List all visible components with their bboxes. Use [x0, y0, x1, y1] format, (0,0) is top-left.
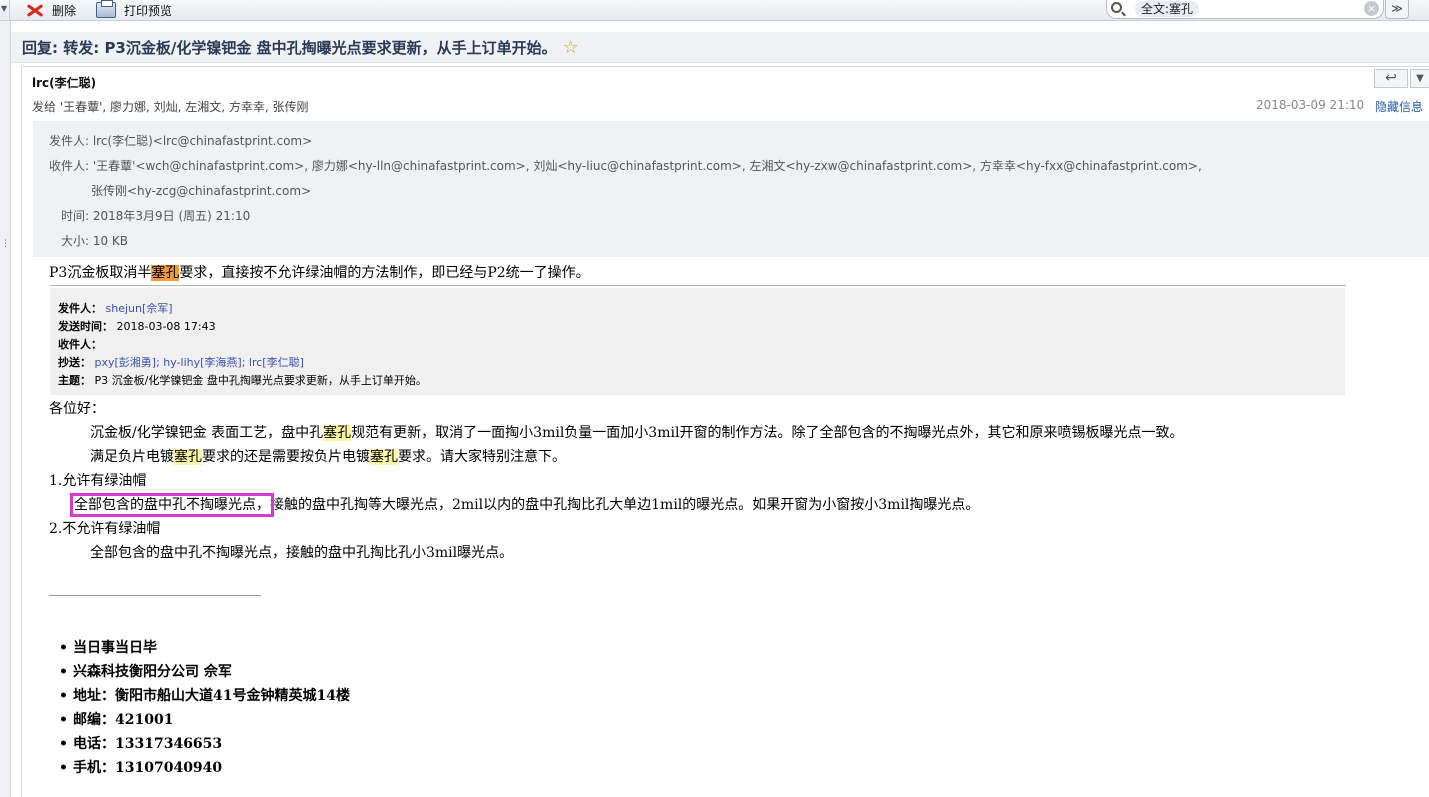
- signature-line: 兴森科技衡阳分公司 佘军: [59, 662, 350, 686]
- print-preview-button[interactable]: 打印预览: [96, 0, 172, 20]
- reply-options-button[interactable]: ▼: [1410, 69, 1429, 88]
- header-to-row-2: 张传刚<hy-zcg@chinafastprint.com>: [91, 182, 311, 199]
- header-time-value: 2018年3月9日 (周五) 21:10: [92, 209, 251, 223]
- intro-text-rest: 要求，直接按不允许绿油帽的方法制作，即已经与P2统一了操作。: [179, 265, 590, 281]
- chevron-down-icon: ▼: [1416, 73, 1424, 84]
- quote-subject-row: 主题： P3 沉金板/化学镍钯金 盘中孔掏曝光点要求更新，从手上订单开始。: [58, 372, 427, 388]
- quoted-header: 发件人： shejun[佘军] 发送时间： 2018-03-08 17:43 收…: [50, 288, 1345, 395]
- search-highlight: 塞孔: [323, 425, 352, 441]
- hide-info-link[interactable]: 隐藏信息: [1375, 98, 1423, 115]
- delete-icon: [26, 3, 44, 17]
- header-from-value[interactable]: lrc(李仁聪)<lrc@chinafastprint.com>: [93, 134, 312, 148]
- reply-button[interactable]: ↩: [1374, 69, 1408, 88]
- annotation-box: 全部包含的盘中孔不掏曝光点，: [70, 493, 274, 517]
- header-size-label: 大小:: [60, 234, 89, 248]
- signature-list: 当日事当日毕 兴森科技衡阳分公司 佘军 地址：衡阳市船山大道41号金钟精英城14…: [59, 638, 350, 782]
- quote-subject-value: P3 沉金板/化学镍钯金 盘中孔掏曝光点要求更新，从手上订单开始。: [94, 374, 427, 387]
- send-to-line: 发给 '王春蕈', 廖力娜, 刘灿, 左湘文, 方幸幸, 张传刚: [32, 100, 309, 114]
- subject-text: 回复: 转发: P3沉金板/化学镍钯金 盘中孔掏曝光点要求更新，从手上订单开始。: [22, 39, 557, 57]
- greeting: 各位好：: [49, 401, 105, 417]
- header-to-row: 收件人: '王春蕈'<wch@chinafastprint.com>, 廖力娜<…: [33, 157, 1202, 174]
- header-to-value-2[interactable]: 张传刚<hy-zcg@chinafastprint.com>: [91, 184, 311, 198]
- item-2-title: 2.不允许有绿油帽: [49, 521, 161, 537]
- quote-subject-label: 主题：: [58, 374, 91, 387]
- search-options-button[interactable]: ≫: [1385, 0, 1409, 19]
- toolbar: ▼ 删除 打印预览 全文:塞孔 × ≫: [0, 0, 1429, 21]
- signature-line: 地址：衡阳市船山大道41号金钟精英城14楼: [59, 686, 350, 710]
- quote-to-label: 收件人：: [58, 338, 102, 351]
- header-size-row: 大小: 10 KB: [33, 232, 128, 249]
- quote-cc-label: 抄送：: [58, 356, 91, 369]
- intro-text: P3沉金板取消半: [49, 265, 152, 281]
- quote-to-row: 收件人：: [58, 336, 102, 352]
- search-highlight: 塞孔: [174, 449, 202, 465]
- quote-sent-label: 发送时间：: [58, 320, 113, 333]
- search-tag[interactable]: 全文:塞孔: [1135, 1, 1200, 17]
- header-from-label: 发件人:: [48, 134, 89, 148]
- clear-search-icon[interactable]: ×: [1364, 1, 1379, 16]
- sender-name[interactable]: lrc(李仁聪): [32, 74, 96, 91]
- header-to-label: 收件人:: [48, 159, 89, 173]
- item-2-text: 全部包含的盘中孔不掏曝光点，接触的盘中孔掏比孔小3mil曝光点。: [90, 545, 514, 561]
- subject-bar: 回复: 转发: P3沉金板/化学镍钯金 盘中孔掏曝光点要求更新，从手上订单开始。…: [11, 32, 1429, 63]
- reply-icon: ↩: [1385, 70, 1397, 86]
- header-time-row: 时间: 2018年3月9日 (周五) 21:10: [33, 207, 250, 224]
- quote-sent-value: 2018-03-08 17:43: [116, 320, 216, 333]
- quote-cc-links[interactable]: pxy[彭湘勇]; hy-lihy[李海燕]; lrc[李仁聪]: [95, 356, 304, 369]
- delete-label: 删除: [52, 3, 77, 18]
- header-from-row: 发件人: lrc(李仁聪)<lrc@chinafastprint.com>: [33, 132, 312, 149]
- para2-text: 满足负片电镀: [90, 449, 174, 465]
- para1-text-rest: 规范有更新，取消了一面掏小3mil负量一面加小3mil开窗的制作方法。除了全部包…: [351, 425, 1184, 441]
- printer-icon: [96, 0, 116, 18]
- intro-line: P3沉金板取消半塞孔要求，直接按不允许绿油帽的方法制作，即已经与P2统一了操作。: [49, 262, 590, 282]
- paragraph-2: 满足负片电镀塞孔要求的还是需要按负片电镀塞孔要求。请大家特别注意下。: [90, 446, 566, 466]
- quote-divider: [50, 285, 1346, 286]
- print-preview-label: 打印预览: [124, 3, 173, 18]
- subject-line: 回复: 转发: P3沉金板/化学镍钯金 盘中孔掏曝光点要求更新，从手上订单开始。…: [22, 37, 579, 58]
- signature-divider: [49, 595, 261, 596]
- para2-text-mid: 要求的还是需要按负片电镀: [202, 449, 370, 465]
- search-box[interactable]: 全文:塞孔 ×: [1106, 0, 1384, 19]
- header-details: 发件人: lrc(李仁聪)<lrc@chinafastprint.com> 收件…: [33, 121, 1429, 257]
- quote-sent-row: 发送时间： 2018-03-08 17:43: [58, 318, 216, 334]
- item-1-title: 1.允许有绿油帽: [49, 473, 147, 489]
- signature-line: 当日事当日毕: [59, 638, 350, 662]
- quote-cc-row: 抄送： pxy[彭湘勇]; hy-lihy[李海燕]; lrc[李仁聪]: [58, 354, 304, 370]
- signature-line: 手机：13107040940: [59, 758, 350, 782]
- search-highlight: 塞孔: [151, 265, 180, 281]
- delete-button[interactable]: 删除: [26, 0, 76, 20]
- quote-from-label: 发件人：: [58, 302, 102, 315]
- mail-body: P3沉金板取消半塞孔要求，直接按不允许绿油帽的方法制作，即已经与P2统一了操作。…: [21, 254, 1429, 797]
- grip-icon: ⋮: [1, 239, 10, 249]
- quote-from-row: 发件人： shejun[佘军]: [58, 300, 173, 316]
- left-pane-splitter[interactable]: ⋮: [0, 21, 11, 797]
- header-time-label: 时间:: [60, 209, 89, 223]
- chevron-down-icon: ▼: [1, 4, 8, 13]
- header-to-value[interactable]: '王春蕈'<wch@chinafastprint.com>, 廖力娜<hy-ll…: [93, 159, 1202, 173]
- paragraph-1: 沉金板/化学镍钯金 表面工艺，盘中孔塞孔规范有更新，取消了一面掏小3mil负量一…: [90, 422, 1183, 442]
- signature-line: 电话：13317346653: [59, 734, 350, 758]
- search-highlight: 塞孔: [370, 449, 398, 465]
- signature-line: 邮编：421001: [59, 710, 350, 734]
- para2-text-end: 要求。请大家特别注意下。: [398, 449, 566, 465]
- item-1-text: 全部包含的盘中孔不掏曝光点，接触的盘中孔掏等大曝光点，2mil以内的盘中孔掏比孔…: [70, 493, 980, 517]
- search-icon: [1111, 2, 1122, 13]
- star-icon[interactable]: ☆: [563, 37, 579, 58]
- mail-date: 2018-03-09 21:10: [1256, 98, 1365, 112]
- para1-text: 沉金板/化学镍钯金 表面工艺，盘中孔: [90, 425, 324, 441]
- toolbar-left-dropdown[interactable]: ▼: [0, 0, 10, 20]
- item-1-rest: 接触的盘中孔掏等大曝光点，2mil以内的盘中孔掏比孔大单边1mil的曝光点。如果…: [270, 497, 980, 513]
- header-size-value: 10 KB: [92, 234, 129, 248]
- quote-from-link[interactable]: shejun[佘军]: [106, 302, 173, 315]
